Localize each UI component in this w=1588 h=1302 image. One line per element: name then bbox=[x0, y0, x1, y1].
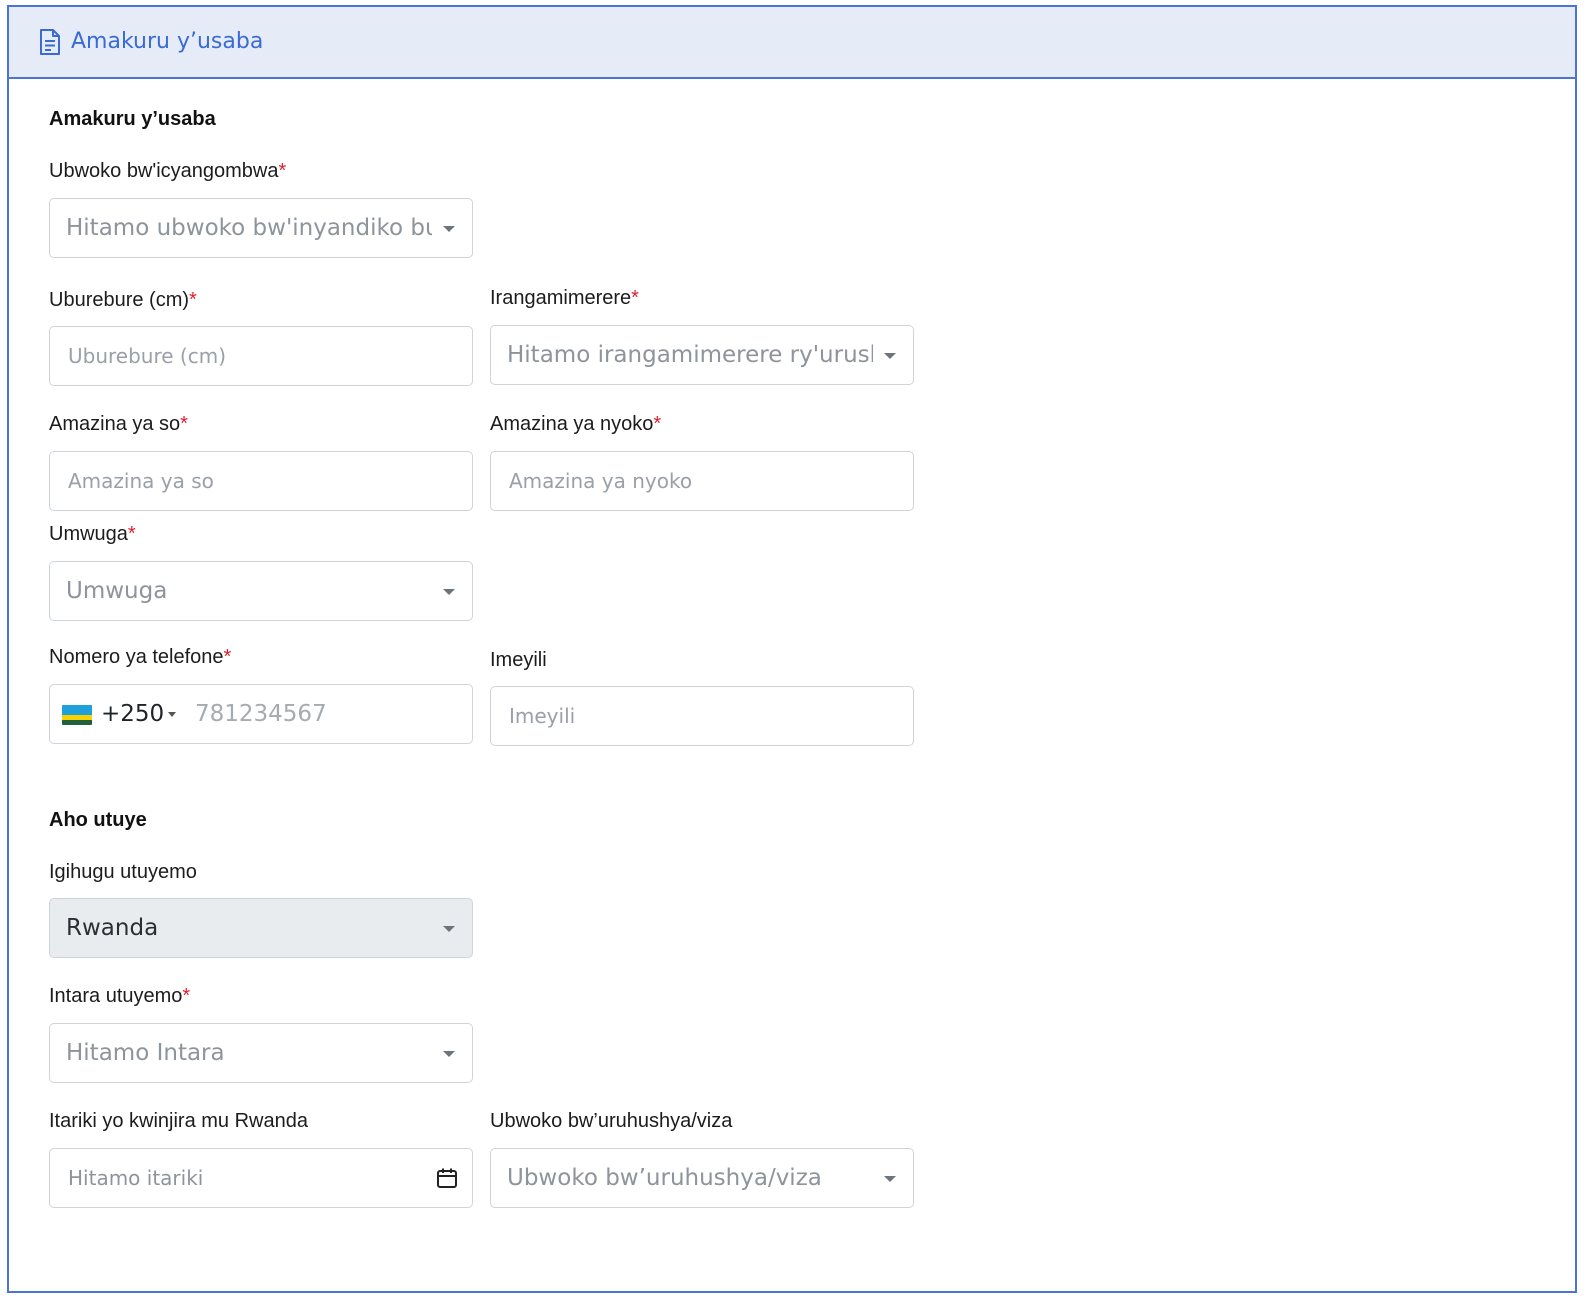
height-label: Uburebure (cm)* bbox=[49, 288, 197, 312]
phone-label-text: Nomero ya telefone bbox=[49, 646, 224, 668]
occupation-label-text: Umwuga bbox=[49, 523, 128, 545]
chevron-down-icon bbox=[443, 1051, 455, 1057]
country-select: Rwanda bbox=[49, 898, 473, 958]
father-name-label: Amazina ya so* bbox=[49, 412, 188, 436]
height-input[interactable] bbox=[50, 327, 472, 385]
required-star: * bbox=[631, 287, 639, 309]
dial-code[interactable]: +250 bbox=[101, 685, 164, 743]
visa-type-select[interactable]: Ubwoko bw’uruhushya/viza bbox=[490, 1148, 914, 1208]
phone-field[interactable]: +250 781234567 bbox=[49, 684, 473, 744]
occupation-select[interactable]: Umwuga bbox=[49, 561, 473, 621]
chevron-down-icon bbox=[443, 589, 455, 595]
mother-name-input[interactable] bbox=[491, 452, 913, 510]
mother-name-label-text: Amazina ya nyoko bbox=[490, 413, 654, 435]
email-label: Imeyili bbox=[490, 649, 547, 671]
province-select[interactable]: Hitamo Intara bbox=[49, 1023, 473, 1083]
calendar-icon[interactable] bbox=[436, 1167, 458, 1189]
father-name-input[interactable] bbox=[50, 452, 472, 510]
chevron-down-icon bbox=[884, 353, 896, 359]
section-title-residence: Aho utuye bbox=[49, 809, 147, 831]
height-label-text: Uburebure (cm) bbox=[49, 289, 190, 311]
document-type-label: Ubwoko bw'icyangombwa* bbox=[49, 159, 286, 183]
document-type-value: Hitamo ubwoko bw'inyandiko bura bbox=[66, 215, 432, 241]
visa-type-label: Ubwoko bw’uruhushya/viza bbox=[490, 1110, 733, 1132]
country-code-dropdown-icon[interactable] bbox=[168, 712, 176, 717]
eye-color-label: Irangamimerere* bbox=[490, 286, 639, 310]
chevron-down-icon bbox=[443, 226, 455, 232]
email-input[interactable] bbox=[491, 687, 913, 745]
eye-color-label-text: Irangamimerere bbox=[490, 287, 632, 309]
entry-date-input[interactable]: Hitamo itariki bbox=[68, 1149, 203, 1207]
visa-type-value: Ubwoko bw’uruhushya/viza bbox=[507, 1165, 822, 1191]
eye-color-select[interactable]: Hitamo irangamimerere ry'urushak bbox=[490, 325, 914, 385]
required-star: * bbox=[653, 413, 662, 435]
entry-date-field[interactable]: Hitamo itariki bbox=[49, 1148, 473, 1208]
phone-input[interactable]: 781234567 bbox=[195, 685, 327, 743]
province-label: Intara utuyemo* bbox=[49, 984, 190, 1008]
rwanda-flag-icon[interactable] bbox=[62, 705, 92, 725]
occupation-label: Umwuga* bbox=[49, 522, 136, 546]
document-icon bbox=[38, 28, 62, 56]
email-field bbox=[490, 686, 914, 746]
country-label: Igihugu utuyemo bbox=[49, 861, 197, 883]
panel-title: Amakuru y’usaba bbox=[71, 29, 264, 54]
required-star: * bbox=[127, 523, 136, 545]
father-name-field bbox=[49, 451, 473, 511]
document-type-select[interactable]: Hitamo ubwoko bw'inyandiko bura bbox=[49, 198, 473, 258]
applicant-info-panel: Amakuru y’usaba Amakuru y’usaba Ubwoko b… bbox=[7, 5, 1577, 1293]
phone-label: Nomero ya telefone* bbox=[49, 645, 231, 669]
chevron-down-icon bbox=[443, 926, 455, 932]
mother-name-label: Amazina ya nyoko* bbox=[490, 412, 661, 436]
province-label-text: Intara utuyemo bbox=[49, 985, 183, 1007]
chevron-down-icon bbox=[884, 1176, 896, 1182]
required-star: * bbox=[180, 413, 188, 435]
document-type-label-text: Ubwoko bw'icyangombwa bbox=[49, 160, 279, 182]
required-star: * bbox=[182, 985, 191, 1007]
panel-header[interactable]: Amakuru y’usaba bbox=[9, 7, 1575, 79]
province-value: Hitamo Intara bbox=[66, 1040, 225, 1066]
eye-color-value: Hitamo irangamimerere ry'urushak bbox=[507, 342, 873, 368]
occupation-value: Umwuga bbox=[66, 578, 168, 604]
required-star: * bbox=[189, 289, 197, 311]
height-field bbox=[49, 326, 473, 386]
required-star: * bbox=[278, 160, 287, 182]
entry-date-label: Itariki yo kwinjira mu Rwanda bbox=[49, 1110, 308, 1132]
country-value: Rwanda bbox=[66, 915, 159, 941]
required-star: * bbox=[223, 646, 232, 668]
father-name-label-text: Amazina ya so bbox=[49, 413, 181, 435]
section-title-applicant: Amakuru y’usaba bbox=[49, 108, 216, 130]
mother-name-field bbox=[490, 451, 914, 511]
